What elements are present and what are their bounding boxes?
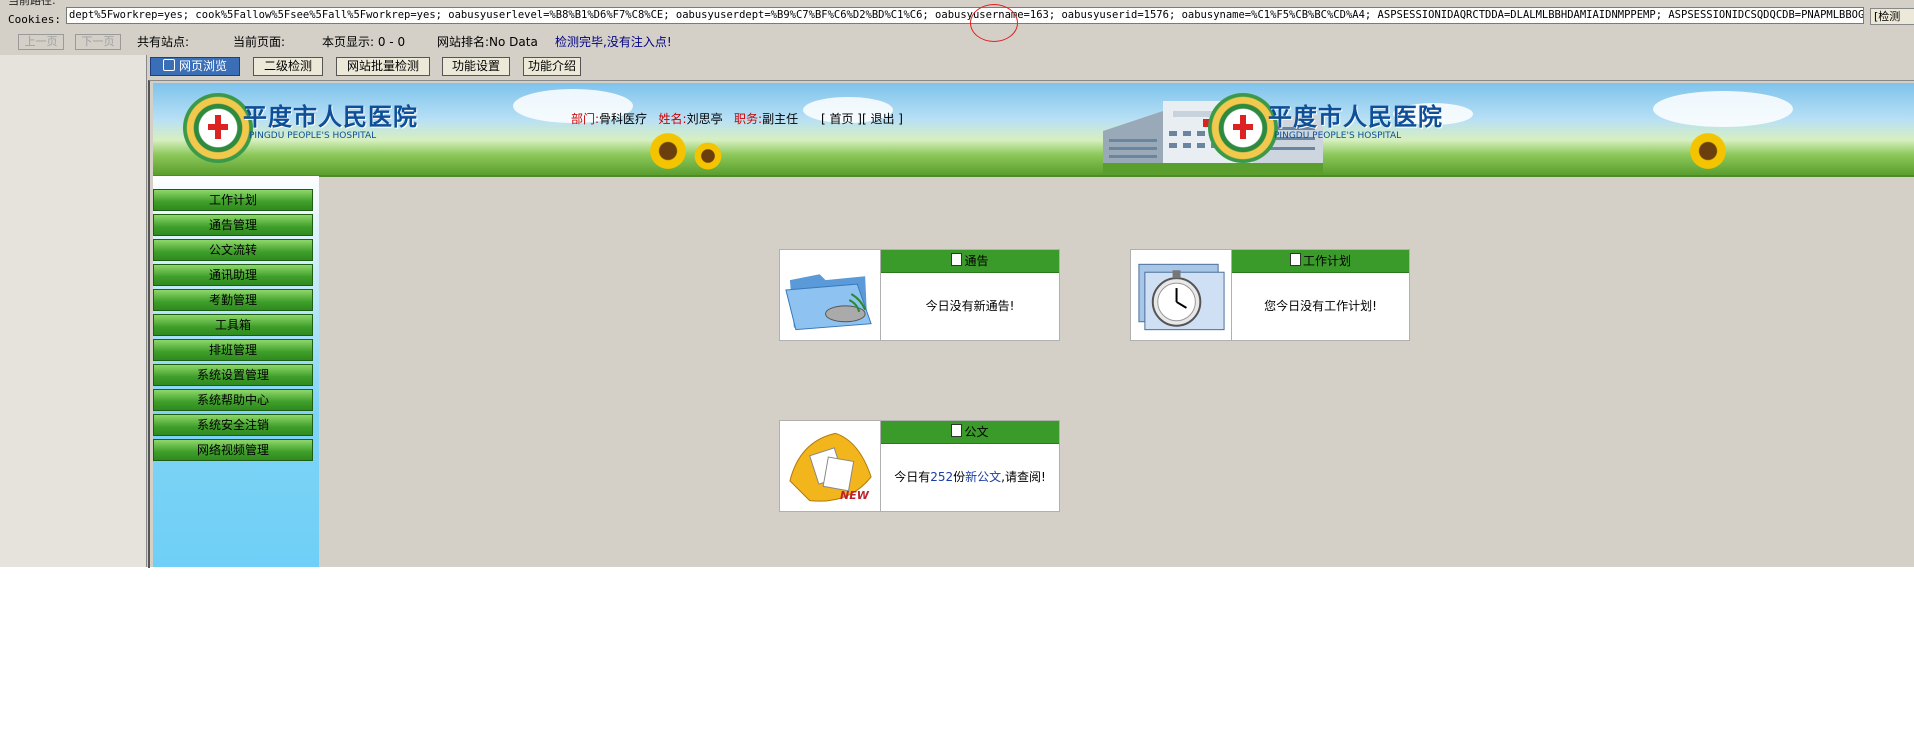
tab-settings[interactable]: 功能设置 [442, 57, 510, 76]
document-card-header: 公文 [881, 421, 1059, 444]
detect-button[interactable]: [检测 [1870, 8, 1914, 25]
status-result: 检测完毕,没有注入点! [555, 35, 672, 49]
name-label: 姓名: [658, 112, 687, 126]
notice-card-title: 通告 [964, 254, 989, 268]
hospital-banner: 平度市人民医院 PINGDU PEOPLE'S HOSPITAL 平度市人民医院… [153, 83, 1914, 177]
new-tag: NEW [840, 489, 869, 502]
sunflower [1688, 131, 1728, 171]
hospital-name: 平度市人民医院 [243, 102, 418, 131]
status-rank: 网站排名:No Data [437, 35, 538, 49]
menu-item-video-mgmt[interactable]: 网络视频管理 [153, 439, 313, 461]
work-plan-card: 工作计划 您今日没有工作计划! [1130, 249, 1410, 341]
menu-item-attendance[interactable]: 考勤管理 [153, 289, 313, 311]
document-card-title: 公文 [964, 425, 989, 439]
menu-item-logout[interactable]: 系统安全注销 [153, 414, 313, 436]
hospital-name-en: PINGDU PEOPLE'S HOSPITAL [249, 131, 377, 141]
document-count: 252 [930, 470, 954, 484]
status-sites: 共有站点: [137, 35, 190, 49]
menu-item-work-plan[interactable]: 工作计划 [153, 189, 313, 211]
work-plan-card-title: 工作计划 [1302, 254, 1351, 268]
menu-item-scheduling[interactable]: 排班管理 [153, 339, 313, 361]
document-body-text: 份 [953, 470, 966, 484]
left-panel [0, 55, 147, 567]
menu-item-system-settings[interactable]: 系统设置管理 [153, 364, 313, 386]
sunflower [648, 131, 688, 171]
notice-card: 通告 今日没有新通告! [779, 249, 1060, 341]
document-icon [951, 253, 963, 266]
hospital-name: 平度市人民医院 [1268, 102, 1443, 131]
document-body-text: ,请查阅! [1001, 470, 1046, 484]
tab-browse[interactable]: 网页浏览 [150, 57, 240, 76]
path-label: 当前路径: [8, 0, 56, 7]
document-card: NEW 公文 今日有252份新公文,请查阅! [779, 420, 1060, 512]
dept-value: 骨科医疗 [599, 112, 648, 126]
title-value: 副主任 [762, 112, 799, 126]
prev-page-button[interactable]: 上一页 [18, 34, 64, 50]
work-plan-card-header: 工作计划 [1232, 250, 1409, 273]
cookies-label: Cookies: [8, 13, 61, 26]
browser-icon [162, 59, 175, 71]
document-icon [951, 424, 963, 437]
user-info-bar: 部门:骨科医疗 姓名:刘思亭 职务:副主任 [ 首页 ][ 退出 ] [571, 110, 903, 127]
dept-label: 部门: [571, 112, 600, 126]
tab-level2-detect[interactable]: 二级检测 [253, 57, 323, 76]
sunflower [693, 141, 723, 171]
menu-item-help-center[interactable]: 系统帮助中心 [153, 389, 313, 411]
new-document-link[interactable]: 新公文 [965, 470, 1001, 484]
notice-card-header: 通告 [881, 250, 1059, 273]
stopwatch-icon [1138, 250, 1232, 341]
hospital-name-en: PINGDU PEOPLE'S HOSPITAL [1274, 131, 1402, 141]
tab-intro[interactable]: 功能介绍 [523, 57, 581, 76]
tab-batch-detect[interactable]: 网站批量检测 [336, 57, 430, 76]
work-plan-card-body: 您今日没有工作计划! [1264, 299, 1377, 313]
next-page-button[interactable]: 下一页 [75, 34, 121, 50]
folder-icon [785, 250, 881, 341]
cookies-input[interactable]: dept%5Fworkrep=yes; cook%5Fallow%5Fsee%5… [66, 7, 1864, 24]
status-current-page: 当前页面: [233, 35, 286, 49]
document-body-text: 今日有 [894, 470, 931, 484]
document-card-body: 今日有252份新公文,请查阅! [881, 443, 1059, 511]
menu-item-toolbox[interactable]: 工具箱 [153, 314, 313, 336]
home-link[interactable]: [ 首页 ] [821, 112, 862, 126]
tab-browse-label: 网页浏览 [178, 59, 227, 73]
menu-item-document-flow[interactable]: 公文流转 [153, 239, 313, 261]
logout-link[interactable]: [ 退出 ] [862, 112, 903, 126]
cloud [1653, 91, 1793, 127]
menu-item-notice-mgmt[interactable]: 通告管理 [153, 214, 313, 236]
document-icon [1289, 253, 1301, 266]
menu-item-contacts[interactable]: 通讯助理 [153, 264, 313, 286]
status-page-range: 本页显示: 0 - 0 [322, 35, 406, 49]
notice-card-body: 今日没有新通告! [925, 299, 1015, 313]
side-menu: 工作计划 通告管理 公文流转 通讯助理 考勤管理 工具箱 排班管理 系统设置管理… [153, 176, 319, 567]
name-value: 刘思亭 [686, 112, 723, 126]
title-label: 职务: [734, 112, 763, 126]
